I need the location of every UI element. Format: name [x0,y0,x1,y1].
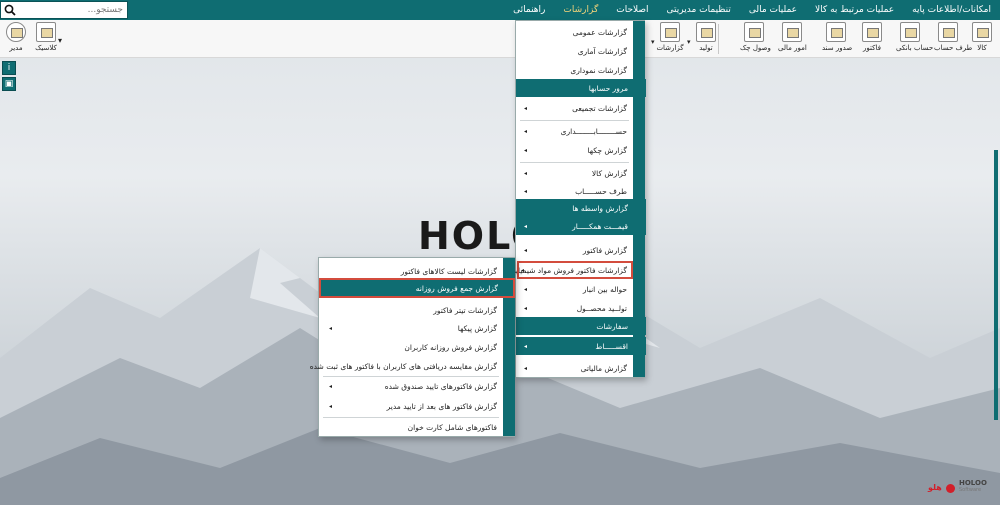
menu-product-production[interactable]: تولــید محصــول ◂ [516,299,633,317]
toolbar-account-party-button[interactable]: طرف حساب [934,22,972,52]
submenu-invoice-goods-list[interactable]: گزارشات لیست کالاهای فاکتور [319,262,503,280]
palette-icon [36,22,56,42]
submenu-invoice-header-reports[interactable]: گزارشات تیتر فاکتور [319,301,503,319]
report-icon [660,22,680,42]
chevron-down-icon[interactable]: ▾ [56,36,64,45]
menu-bar: امکانات/اطلاعات پایه عملیات مرتبط به کال… [0,0,1000,20]
menu-goods-report[interactable]: گزارش کالا ◂ [516,164,633,182]
toolbar-production-button[interactable]: تولید ▾ [687,22,720,52]
money-icon [782,22,802,42]
box-icon [972,22,992,42]
menu-partner-price[interactable]: قیمـــت همکـــــار ◂ [516,217,646,235]
menu-separator [520,120,629,121]
toolbar-manager-button[interactable]: مدیر [2,22,30,52]
toolbar-issue-voucher-button[interactable]: صدور سند [822,22,852,52]
submenu-post-manager-approval-invoices[interactable]: گزارش فاکتور های بعد از تایید مدیر ◂ [319,397,503,415]
menu-general-reports[interactable]: گزارشات عمومی [516,23,633,41]
vertical-scrollbar[interactable] [994,150,998,420]
menu-chemical-sales-invoice-reports[interactable]: گزارشات فاکتور فروش مواد شیمیایی ◂ [510,261,633,279]
document-icon [826,22,846,42]
menu-item-corrections[interactable]: اصلاحات [607,0,657,20]
chevron-left-icon: ◂ [329,324,333,332]
toolbar-financial-affairs-button[interactable]: امور مالی [778,22,807,52]
menu-item-goods-ops[interactable]: عملیات مرتبط به کالا [806,0,903,20]
chevron-left-icon: ◂ [524,364,528,372]
chevron-left-icon: ◂ [524,222,528,230]
search-icon[interactable] [1,2,19,18]
chevron-left-icon: ◂ [524,187,528,195]
toolbar-reports-button[interactable]: گزارشات ▾ [651,22,684,52]
bank-icon [900,22,920,42]
factory-icon [696,22,716,42]
brand-dot-icon [946,484,955,493]
chevron-down-icon[interactable]: ▾ [651,38,655,46]
info-circle-icon [6,22,26,42]
toolbar-cheque-collection-button[interactable]: وصول چک [740,22,771,52]
toolbar-invoice-button[interactable]: فاکتور [858,22,886,52]
menu-cheque-reports[interactable]: گزارش چکها ◂ [516,141,633,159]
chevron-left-icon: ◂ [524,146,528,154]
chevron-left-icon: ◂ [524,104,528,112]
search-input[interactable] [19,3,123,17]
menu-invoice-report[interactable]: گزارش فاکتور ◂ [516,241,633,259]
menu-item-help[interactable]: راهنمائی [504,0,554,20]
chevron-left-icon: ◂ [524,342,528,350]
chevron-left-icon: ◂ [329,382,333,390]
image-icon[interactable]: ▣ [2,77,16,91]
submenu-user-daily-sales[interactable]: گزارش فروش روزانه کاربران [319,338,503,356]
person-icon [938,22,958,42]
menu-item-management-settings[interactable]: تنظیمات مدیریتی [658,0,740,20]
submenu-cashbox-approved-invoices[interactable]: گزارش فاکتورهای تایید صندوق شده ◂ [319,377,503,395]
chevron-left-icon: ◂ [524,285,528,293]
chevron-left-icon: ◂ [524,169,528,177]
submenu-courier-reports[interactable]: گزارش پیکها ◂ [319,319,503,337]
holoo-brand-logo: هلو HOLOO Software [928,479,987,493]
submenu-user-receipts-comparison[interactable]: گزارش مقایسه دریافتی های کاربران با فاکت… [310,357,503,375]
chevron-left-icon: ◂ [329,402,333,410]
menu-accounts-review[interactable]: مرور حسابها [516,79,646,97]
menu-accounting[interactable]: حســــــــابــــــــداری ◂ [516,122,633,140]
menu-statistical-reports[interactable]: گزارشات آماری [516,42,633,60]
menu-item-reports[interactable]: گزارشات [554,0,607,20]
submenu-daily-sales-total[interactable]: گزارش جمع فروش روزانه [319,278,515,298]
invoice-icon [862,22,882,42]
menu-orders[interactable]: سفارشات [516,317,646,335]
menu-separator [520,162,629,163]
menu-item-base-info[interactable]: امکانات/اطلاعات پایه [903,0,1000,20]
chevron-left-icon: ◂ [524,304,528,312]
chemical-sales-submenu: گزارشات لیست کالاهای فاکتور گزارش جمع فر… [310,257,515,437]
menu-item-financial-ops[interactable]: عملیات مالی [740,0,806,20]
info-icon[interactable]: i [2,61,16,75]
chevron-left-icon: ◂ [524,246,528,254]
toolbar-bank-account-button[interactable]: حساب بانکی [896,22,933,52]
menu-inter-warehouse-transfer[interactable]: حواله بین انبار ◂ [516,280,633,298]
menu-chart-reports[interactable]: گزارشات نموداری [516,61,633,79]
menu-tax-report[interactable]: گزارش مالیاتی ◂ [516,359,633,377]
menu-broker-reports[interactable]: گزارش واسطه ها [516,199,646,217]
reports-dropdown-menu: گزارشات عمومی گزارشات آماری گزارشات نمود… [510,20,646,378]
chevron-left-icon: ◂ [524,127,528,135]
toolbar-goods-button[interactable]: کالا [968,22,996,52]
submenu-card-reader-invoices[interactable]: فاکتورهای شامل کارت خوان [319,418,503,436]
search-box [0,1,128,19]
chevron-left-icon: ◂ [521,266,525,274]
menu-aggregated-reports[interactable]: گزارشات تجمیعی ◂ [516,99,633,117]
menu-account-party[interactable]: طرف حســـــاب ◂ [516,182,633,200]
chevron-down-icon[interactable]: ▾ [687,38,691,46]
cheque-icon [744,22,764,42]
menu-installments[interactable]: اقســـــاط ◂ [516,337,646,355]
toolbar: کالا طرف حساب حساب بانکی فاکتور صدور سند… [0,20,1000,58]
